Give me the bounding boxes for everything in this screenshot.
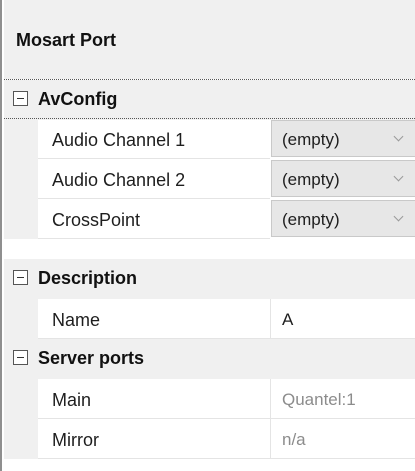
- property-name: Name: [52, 310, 101, 330]
- dropdown-value: (empty): [282, 170, 340, 189]
- row-gutter: [4, 159, 38, 199]
- property-name-cell[interactable]: CrossPoint: [38, 199, 270, 239]
- property-grid-header: Mosart Port: [4, 0, 415, 79]
- property-grid-title: Mosart Port: [16, 30, 117, 50]
- row-gutter: [4, 119, 38, 159]
- property-value: A: [282, 310, 294, 329]
- property-row-audio-channel-1[interactable]: Audio Channel 1 (empty): [4, 119, 415, 159]
- row-gutter: [4, 199, 38, 239]
- audio-channel-2-dropdown[interactable]: (empty): [271, 160, 415, 197]
- property-name: Main: [52, 390, 92, 410]
- row-gutter: [4, 299, 38, 339]
- category-label: Server ports: [38, 348, 145, 368]
- property-row-main[interactable]: Main Quantel:1: [4, 379, 415, 419]
- main-value-field: Quantel:1: [270, 379, 415, 419]
- property-row-audio-channel-2[interactable]: Audio Channel 2 (empty): [4, 159, 415, 199]
- property-name: Mirror: [52, 430, 99, 450]
- property-name: Audio Channel 1: [52, 130, 186, 150]
- property-row-crosspoint[interactable]: CrossPoint (empty): [4, 199, 415, 239]
- chevron-down-icon[interactable]: [393, 171, 404, 182]
- mirror-value-field: n/a: [270, 419, 415, 459]
- row-gutter: [4, 419, 38, 459]
- category-server-ports[interactable]: Server ports: [4, 339, 415, 379]
- property-name-cell[interactable]: Name: [38, 299, 270, 339]
- property-name-cell[interactable]: Audio Channel 1: [38, 119, 270, 159]
- category-avconfig[interactable]: AvConfig: [4, 80, 415, 120]
- collapse-icon[interactable]: [13, 270, 28, 285]
- name-value-field[interactable]: A: [270, 299, 415, 339]
- row-gutter: [4, 379, 38, 419]
- property-row-mirror[interactable]: Mirror n/a: [4, 419, 415, 459]
- property-name-cell[interactable]: Mirror: [38, 419, 270, 459]
- crosspoint-dropdown[interactable]: (empty): [271, 200, 415, 237]
- property-name: Audio Channel 2: [52, 170, 186, 190]
- property-value: Quantel:1: [282, 390, 356, 409]
- chevron-down-icon[interactable]: [393, 211, 404, 222]
- collapse-icon[interactable]: [13, 350, 28, 365]
- property-grid: Mosart Port AvConfig Audio Channel 1 (em…: [0, 0, 415, 471]
- collapse-icon[interactable]: [13, 91, 28, 106]
- audio-channel-1-dropdown[interactable]: (empty): [271, 120, 415, 157]
- property-name-cell[interactable]: Audio Channel 2: [38, 159, 270, 199]
- dropdown-value: (empty): [282, 130, 340, 149]
- category-description[interactable]: Description: [4, 259, 415, 299]
- category-label: Description: [38, 268, 138, 288]
- property-row-name[interactable]: Name A: [4, 299, 415, 339]
- property-name: CrossPoint: [52, 210, 141, 230]
- chevron-down-icon[interactable]: [393, 131, 404, 142]
- dropdown-value: (empty): [282, 210, 340, 229]
- property-value: n/a: [282, 430, 306, 449]
- property-name-cell[interactable]: Main: [38, 379, 270, 419]
- category-label: AvConfig: [38, 89, 118, 109]
